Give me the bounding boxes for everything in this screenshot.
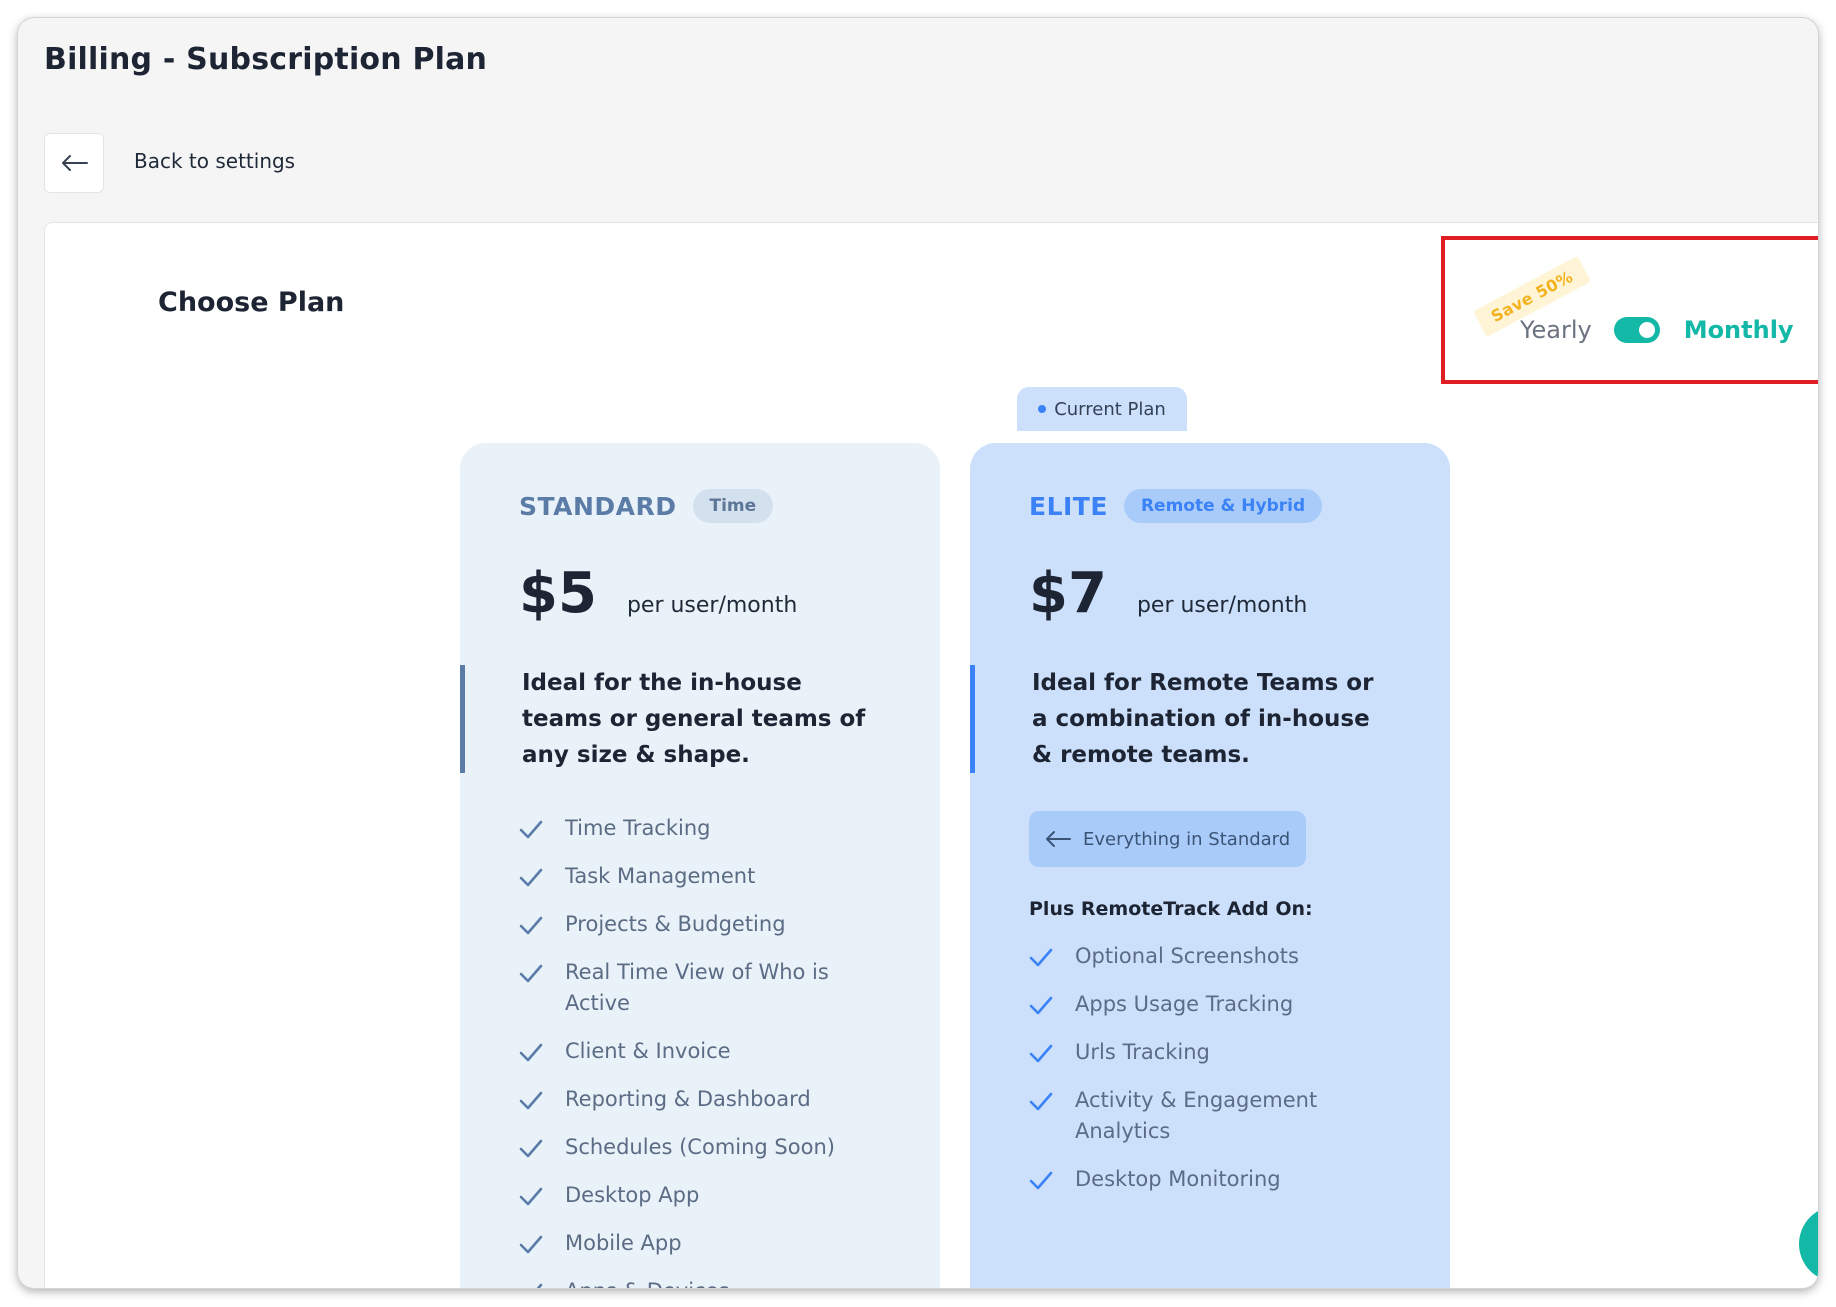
plan-tag: Remote & Hybrid [1123,489,1323,523]
feature-item: Desktop App [519,1180,899,1211]
feature-item: Schedules (Coming Soon) [519,1132,899,1163]
checkmark-icon [1029,1164,1057,1195]
feature-label: Mobile App [565,1231,682,1255]
feature-item: Activity & Engagement Analytics [1029,1085,1409,1147]
feature-label: Desktop App [565,1183,700,1207]
feature-item: Real Time View of Who is Active [519,957,899,1019]
feature-item: Apps & Devices [519,1276,899,1288]
yearly-label[interactable]: Yearly [1520,316,1592,344]
current-plan-tab: Current Plan [1017,387,1187,431]
feature-item: Time Tracking [519,813,899,844]
checkmark-icon [519,909,547,940]
checkmark-icon [1029,1037,1057,1068]
plan-panel: Choose Plan Save 50% Yearly Monthly STAN… [44,222,1818,1288]
feature-item: Urls Tracking [1029,1037,1409,1068]
arrow-left-icon [62,155,88,171]
checkmark-icon [519,1132,547,1163]
checkmark-icon [519,957,547,988]
billing-period-toggle[interactable] [1613,317,1660,343]
plan-name: ELITE [1029,491,1108,521]
plan-card-standard[interactable]: STANDARD Time $5 per user/month Ideal fo… [460,443,940,1288]
feature-item: Desktop Monitoring [1029,1164,1409,1195]
plan-price: $7 [1029,561,1107,626]
plan-description: Ideal for the in-house teams or general … [460,665,880,773]
price-unit: per user/month [1136,593,1308,618]
monthly-label[interactable]: Monthly [1684,316,1794,344]
feature-item: Optional Screenshots [1029,941,1409,972]
checkmark-icon [519,1276,547,1288]
back-to-settings-link[interactable]: Back to settings [134,149,295,173]
feature-list: Optional Screenshots Apps Usage Tracking U… [1029,941,1409,1212]
checkmark-icon [519,1228,547,1259]
checkmark-icon [519,861,547,892]
plan-description: Ideal for Remote Teams or a combination … [970,665,1390,773]
feature-item: Projects & Budgeting [519,909,899,940]
price-row: $5 per user/month [519,561,797,626]
addon-heading: Plus RemoteTrack Add On: [1029,898,1313,920]
feature-label: Apps Usage Tracking [1075,992,1294,1016]
feature-label: Activity & Engagement Analytics [1075,1088,1318,1143]
feature-item: Reporting & Dashboard [519,1084,899,1115]
feature-label: Desktop Monitoring [1075,1167,1281,1191]
checkmark-icon [1029,1085,1057,1116]
price-unit: per user/month [626,593,798,618]
plan-price: $5 [519,561,597,626]
arrow-left-icon [1046,831,1071,847]
checkmark-icon [519,1180,547,1211]
billing-period-toggle-row: Yearly Monthly [1520,313,1794,347]
toggle-knob [1638,322,1655,338]
back-button[interactable] [44,133,104,193]
feature-label: Reporting & Dashboard [565,1087,811,1111]
plan-card-elite[interactable]: ELITE Remote & Hybrid $7 per user/month … [970,443,1450,1288]
feature-item: Mobile App [519,1228,899,1259]
feature-label: Real Time View of Who is Active [565,960,829,1015]
plan-name: STANDARD [519,491,677,521]
feature-label: Client & Invoice [565,1039,731,1063]
checkmark-icon [1029,989,1057,1020]
everything-in-standard-button[interactable]: Everything in Standard [1029,811,1307,867]
price-row: $7 per user/month [1029,561,1307,626]
feature-label: Urls Tracking [1075,1040,1210,1064]
choose-plan-heading: Choose Plan [158,287,345,318]
app-window: Billing - Subscription Plan Back to sett… [18,18,1818,1288]
feature-label: Time Tracking [565,816,711,840]
feature-label: Schedules (Coming Soon) [565,1135,835,1159]
current-plan-dot [1038,405,1047,413]
feature-label: Projects & Budgeting [565,912,786,936]
feature-item: Apps Usage Tracking [1029,989,1409,1020]
feature-label: Optional Screenshots [1075,944,1299,968]
checkmark-icon [1029,941,1057,972]
feature-item: Client & Invoice [519,1036,899,1067]
checkmark-icon [519,1084,547,1115]
checkmark-icon [519,1036,547,1067]
feature-label: Task Management [565,864,756,888]
plan-header: STANDARD Time [519,489,774,523]
page-title: Billing - Subscription Plan [44,42,488,77]
plan-tag: Time [692,489,774,523]
everything-label: Everything in Standard [1083,828,1291,850]
feature-item: Task Management [519,861,899,892]
current-plan-label: Current Plan [1054,398,1166,420]
checkmark-icon [519,813,547,844]
feature-label: Apps & Devices [565,1276,729,1288]
feature-list: Time Tracking Task Management Projects & B… [519,813,899,1288]
plan-header: ELITE Remote & Hybrid [1029,489,1323,523]
